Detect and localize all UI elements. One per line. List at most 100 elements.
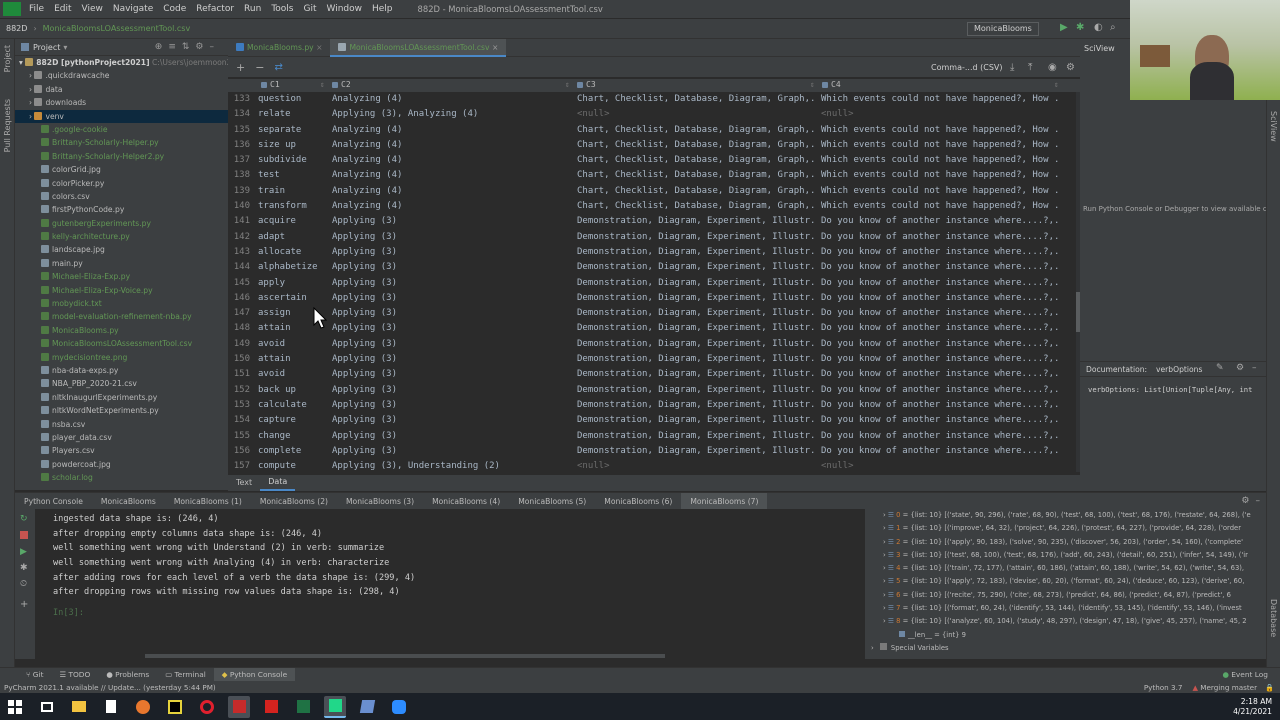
table-cell[interactable]: adapt [258, 230, 330, 245]
table-cell[interactable]: size up [258, 138, 330, 153]
table-cell[interactable]: Demonstration, Diagram, Experiment, Illu… [577, 276, 817, 291]
windows-start-icon[interactable] [4, 696, 26, 718]
table-cell[interactable]: Demonstration, Diagram, Experiment, Illu… [577, 337, 817, 352]
gear-icon[interactable]: ⚙ [1241, 496, 1249, 506]
table-cell[interactable]: Analyzing (4) [332, 92, 572, 107]
tree-item[interactable]: mydecisiontree.png [15, 351, 228, 364]
tree-item[interactable]: mobydick.txt [15, 297, 228, 310]
view-icon[interactable]: ◉ [1048, 62, 1057, 73]
excel-icon[interactable] [292, 696, 314, 718]
tree-item[interactable]: scholar.log [15, 471, 228, 484]
panel-actions[interactable]: ⊕≡⇅⚙– [155, 42, 220, 52]
table-row[interactable]: 145 apply Applying (3) Demonstration, Diagr… [228, 276, 1080, 291]
rerun-icon[interactable]: ↻ [20, 514, 28, 524]
table-cell[interactable]: Do you know of another instance where...… [821, 291, 1061, 306]
tree-item[interactable]: MonicaBlooms.py [15, 324, 228, 337]
add-icon[interactable]: + [20, 599, 28, 610]
table-cell[interactable]: Applying (3) [332, 291, 572, 306]
table-cell[interactable]: attain [258, 352, 330, 367]
menu-view[interactable]: View [77, 0, 108, 19]
tab-monicablooms-5[interactable]: MonicaBlooms (5) [509, 493, 595, 510]
menu-help[interactable]: Help [367, 0, 398, 19]
tool-git[interactable]: ⑂ Git [18, 668, 51, 682]
table-cell[interactable]: Applying (3), Analyzing (4) [332, 107, 572, 122]
tree-item[interactable]: colorPicker.py [15, 177, 228, 190]
zoom-icon[interactable] [388, 696, 410, 718]
document-icon[interactable] [100, 696, 122, 718]
special-variables[interactable]: › Special Variables [865, 642, 1266, 655]
table-row[interactable]: 140 transform Analyzing (4) Chart, Checklis… [228, 199, 1080, 214]
coverage-icon[interactable]: ◐ [1094, 22, 1103, 33]
project-tool-tab[interactable]: Project [3, 45, 12, 72]
tree-item[interactable]: colors.csv [15, 190, 228, 203]
table-cell[interactable]: Which events could not have happened?, H… [821, 138, 1061, 153]
table-cell[interactable]: Demonstration, Diagram, Experiment, Illu… [577, 429, 817, 444]
table-cell[interactable]: Chart, Checklist, Database, Diagram, Gra… [577, 123, 817, 138]
variable-row[interactable]: › ☰ 1 = {list: 10} [('improve', 64, 32),… [865, 522, 1266, 535]
table-cell[interactable]: avoid [258, 337, 330, 352]
firefox-icon[interactable] [132, 696, 154, 718]
variable-row[interactable]: › ☰ 6 = {list: 10} [('recite', 75, 290),… [865, 589, 1266, 602]
menu-code[interactable]: Code [158, 0, 191, 19]
table-cell[interactable]: avoid [258, 367, 330, 382]
system-clock[interactable]: 2:18 AM 4/21/2021 [1233, 697, 1272, 717]
console-scrollbar[interactable] [145, 654, 665, 658]
table-cell[interactable]: Applying (3) [332, 383, 572, 398]
run-icon[interactable]: ▶ [1060, 22, 1068, 33]
table-cell[interactable]: Demonstration, Diagram, Experiment, Illu… [577, 398, 817, 413]
table-cell[interactable]: allocate [258, 245, 330, 260]
table-cell[interactable]: Demonstration, Diagram, Experiment, Illu… [577, 214, 817, 229]
tree-item[interactable]: nltkInaugurlExperiments.py [15, 391, 228, 404]
settings-icon[interactable]: ⚙ [1066, 62, 1075, 73]
table-cell[interactable]: Demonstration, Diagram, Experiment, Illu… [577, 306, 817, 321]
table-row[interactable]: 156 complete Applying (3) Demonstration, Di… [228, 444, 1080, 459]
pull-requests-tool-tab[interactable]: Pull Requests [3, 99, 12, 152]
table-row[interactable]: 139 train Analyzing (4) Chart, Checklist, D… [228, 184, 1080, 199]
table-cell[interactable]: <null> [821, 107, 1061, 122]
table-cell[interactable]: Chart, Checklist, Database, Diagram, Gra… [577, 138, 817, 153]
sort-icon[interactable]: ⇕ [565, 80, 570, 89]
documentation-tab[interactable]: verbOptions [1156, 365, 1202, 374]
pycharm-taskbar-icon[interactable] [164, 696, 186, 718]
table-cell[interactable]: Demonstration, Diagram, Experiment, Illu… [577, 383, 817, 398]
menu-navigate[interactable]: Navigate [108, 0, 158, 19]
tree-item[interactable]: firstPythonCode.py [15, 203, 228, 216]
table-row[interactable]: 157 compute Applying (3), Understanding (2… [228, 459, 1080, 472]
tree-item[interactable]: › data [15, 83, 228, 96]
table-row[interactable]: 146 ascertain Applying (3) Demonstration, D… [228, 291, 1080, 306]
table-cell[interactable]: Analyzing (4) [332, 123, 572, 138]
table-row[interactable]: 150 attain Applying (3) Demonstration, Diag… [228, 352, 1080, 367]
table-row[interactable]: 141 acquire Applying (3) Demonstration, Dia… [228, 214, 1080, 229]
menu-window[interactable]: Window [322, 0, 368, 19]
execute-icon[interactable]: ▶ [20, 547, 27, 557]
table-cell[interactable]: Analyzing (4) [332, 153, 572, 168]
table-row[interactable]: 152 back up Applying (3) Demonstration, Dia… [228, 383, 1080, 398]
lock-icon[interactable]: 🔒 [1265, 683, 1280, 692]
table-cell[interactable]: Which events could not have happened?, H… [821, 153, 1061, 168]
tree-root[interactable]: ▾ 882D [pythonProject2021] C:\Users\joem… [15, 56, 228, 69]
table-cell[interactable]: acquire [258, 214, 330, 229]
debug-icon[interactable]: ✱ [1076, 22, 1084, 33]
table-row[interactable]: 155 change Applying (3) Demonstration, Diag… [228, 429, 1080, 444]
edit-icon[interactable]: ✎ [1216, 363, 1224, 373]
tab-monicablooms-4[interactable]: MonicaBlooms (4) [423, 493, 509, 510]
app-icon[interactable] [356, 696, 378, 718]
table-row[interactable]: 137 subdivide Analyzing (4) Chart, Checklis… [228, 153, 1080, 168]
menu-refactor[interactable]: Refactor [191, 0, 239, 19]
table-cell[interactable]: Do you know of another instance where...… [821, 413, 1061, 428]
database-tool-tab[interactable]: Database [1269, 599, 1278, 637]
table-cell[interactable]: change [258, 429, 330, 444]
table-cell[interactable]: Do you know of another instance where...… [821, 383, 1061, 398]
table-cell[interactable]: Demonstration, Diagram, Experiment, Illu… [577, 321, 817, 336]
table-cell[interactable]: back up [258, 383, 330, 398]
tab-data[interactable]: Data [260, 475, 296, 491]
table-cell[interactable]: <null> [821, 459, 1061, 472]
acrobat-icon[interactable] [260, 696, 282, 718]
table-row[interactable]: 136 size up Analyzing (4) Chart, Checklist,… [228, 138, 1080, 153]
chevron-down-icon[interactable]: ▾ [63, 43, 67, 52]
update-notice[interactable]: PyCharm 2021.1 available // Update... (y… [0, 683, 216, 692]
table-cell[interactable]: Which events could not have happened?, H… [821, 184, 1061, 199]
table-cell[interactable]: Do you know of another instance where...… [821, 276, 1061, 291]
table-cell[interactable]: Do you know of another instance where...… [821, 245, 1061, 260]
table-cell[interactable]: complete [258, 444, 330, 459]
